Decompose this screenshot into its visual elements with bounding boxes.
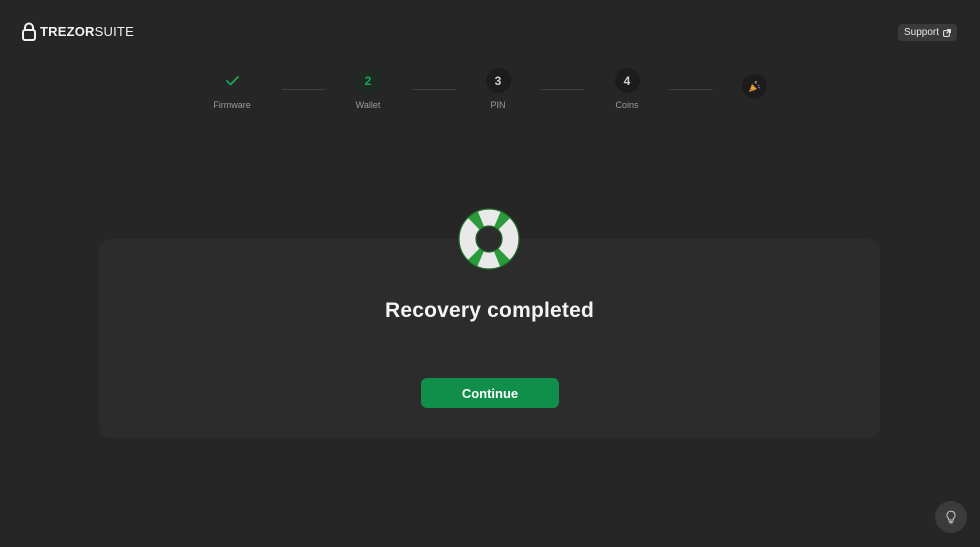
trezor-suite-logo: TREZOR SUITE (22, 21, 134, 41)
step-connector (541, 89, 584, 90)
step-wallet-number: 2 (355, 68, 381, 93)
external-link-icon (943, 28, 951, 37)
step-firmware: Firmware (192, 68, 272, 110)
support-button[interactable]: Support (897, 24, 957, 41)
step-coins-label: Coins (615, 100, 639, 110)
support-label: Support (903, 27, 939, 38)
lightbulb-icon (946, 510, 956, 524)
step-firmware-indicator (220, 68, 245, 93)
step-connector (412, 89, 456, 90)
brand-name-bold: TREZOR (40, 23, 95, 39)
onboarding-screen: TREZOR SUITE Support Firmware 2 Wallet 3… (0, 0, 980, 547)
step-connector (669, 89, 713, 90)
brand-name-light: SUITE (94, 23, 134, 39)
lifebuoy-icon (458, 208, 520, 270)
checkmark-icon (225, 75, 239, 85)
step-connector (282, 89, 325, 90)
step-coins-number: 4 (614, 68, 640, 93)
brand-wordmark: TREZOR SUITE (40, 24, 134, 39)
step-coins: 4 Coins (587, 68, 667, 110)
step-wallet: 2 Wallet (328, 68, 408, 110)
step-pin-number: 3 (485, 68, 511, 93)
step-final (714, 74, 794, 99)
recovery-title: Recovery completed (384, 299, 595, 322)
step-final-indicator (741, 74, 767, 99)
onboarding-stepper: Firmware 2 Wallet 3 PIN 4 Coins (0, 68, 980, 118)
step-wallet-label: Wallet (355, 100, 381, 110)
continue-button[interactable]: Continue (421, 378, 559, 408)
party-popper-icon (749, 80, 761, 92)
tips-button[interactable] (935, 501, 967, 533)
trezor-lock-icon (22, 22, 36, 41)
step-firmware-label: Firmware (213, 100, 251, 110)
step-pin: 3 PIN (458, 68, 538, 110)
step-pin-label: PIN (490, 100, 506, 110)
